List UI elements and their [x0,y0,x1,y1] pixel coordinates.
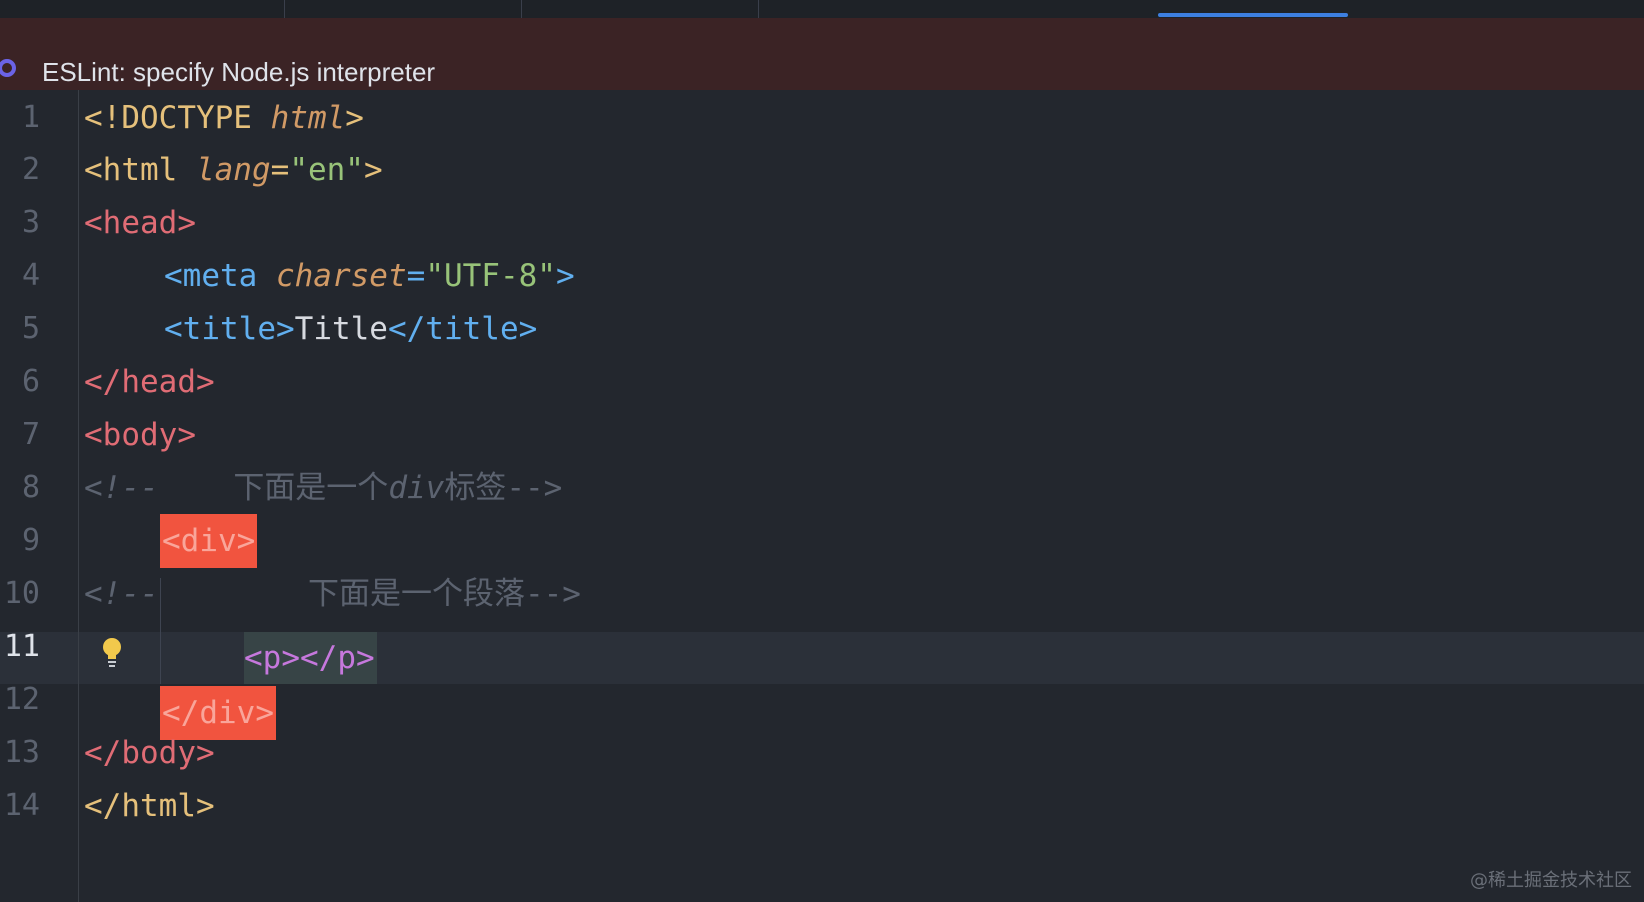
eslint-notification-banner[interactable]: ESLint: specify Node.js interpreter [0,18,1644,90]
comment-open-token: <!-- [84,576,159,612]
comment-word: div [388,470,445,506]
paragraph-tag-highlight[interactable]: <p></p> [244,632,377,684]
line-number: 8 [21,470,40,505]
charset-value-token: "UTF-8" [425,258,556,294]
lightbulb-icon[interactable] [100,636,124,670]
title-close-token: </title> [387,311,538,347]
unclosed-div-open-highlight[interactable]: <div> [160,514,258,568]
code-line-8[interactable]: <!-- 下面是一个div标签--> [84,461,562,515]
line-number: 14 [3,788,40,823]
editor-tab-bar [0,0,1644,19]
code-line-5[interactable]: <title>Title</title> [164,302,537,356]
doctype-token: <!DOCTYPE [84,100,271,136]
line-number: 12 [3,682,40,717]
tag-close-token: > [555,258,575,294]
line-number: 9 [21,523,40,558]
code-line-6[interactable]: </head> [84,355,215,409]
comment-padding [159,470,234,506]
code-line-13[interactable]: </body> [84,726,215,780]
title-text-token: Title [294,311,388,347]
code-line-2[interactable]: <html lang="en"> [84,143,383,197]
eslint-icon [0,59,16,77]
tab-separator [521,0,522,18]
gutter-divider [78,90,79,902]
tag-close-token: > [345,100,364,136]
tag-close-token: > [363,152,383,188]
equals-token: = [270,152,290,188]
comment-open-token: <!-- [84,470,159,506]
meta-tag-token: <meta [164,258,276,294]
line-number: 7 [21,417,40,452]
code-line-7[interactable]: <body> [84,408,196,462]
line-number: 13 [3,735,40,770]
code-line-1[interactable]: <!DOCTYPE html> [84,91,364,145]
line-number: 2 [21,152,40,187]
line-number: 5 [21,311,40,346]
charset-attribute-token: charset [275,258,407,294]
tab-separator [758,0,759,18]
comment-padding [159,576,308,612]
line-number: 6 [21,364,40,399]
comment-close-token: --> [506,470,563,506]
html-tag-token: <html [84,152,196,188]
code-line-4[interactable]: <meta charset="UTF-8"> [164,249,575,303]
banner-message[interactable]: ESLint: specify Node.js interpreter [42,54,435,90]
lang-attribute-token: lang [195,152,271,188]
comment-text: 下面是一个段落 [307,576,525,612]
watermark: @稀土掘金技术社区 [1470,870,1632,891]
line-number: 1 [21,100,40,135]
line-number: 3 [21,205,40,240]
tab-separator [284,0,285,18]
code-line-10[interactable]: <!-- 下面是一个段落--> [84,567,581,621]
line-number-current: 11 [3,629,40,664]
line-number: 10 [3,576,40,611]
equals-token: = [406,258,426,294]
comment-text: 标签 [444,470,507,506]
lang-value-token: "en" [289,152,364,188]
comment-close-token: --> [524,576,581,612]
comment-text: 下面是一个 [233,470,389,506]
active-tab-indicator[interactable] [1158,13,1348,17]
title-open-token: <title> [164,311,295,347]
doctype-html-token: html [270,100,346,136]
code-line-14[interactable]: </html> [84,779,215,833]
line-number: 4 [21,258,40,293]
code-line-3[interactable]: <head> [84,196,196,250]
